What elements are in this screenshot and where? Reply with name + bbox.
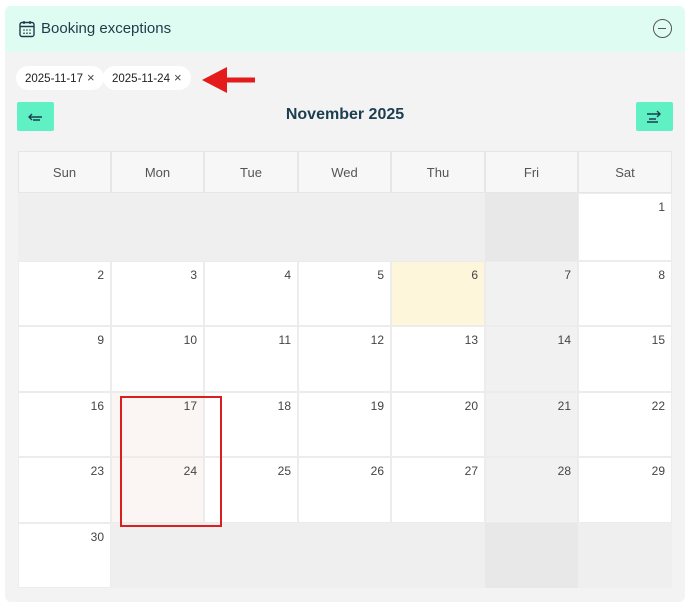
day-number: 20 — [464, 399, 478, 413]
day-cell[interactable]: 4 — [204, 261, 298, 326]
day-number: 13 — [464, 333, 478, 347]
day-number: 15 — [651, 333, 665, 347]
day-cell[interactable]: 30 — [18, 523, 111, 588]
red-arrow-icon — [202, 67, 255, 93]
day-number: 26 — [370, 464, 384, 478]
day-number: 21 — [557, 399, 571, 413]
day-number: 12 — [370, 333, 384, 347]
day-number: 9 — [97, 333, 104, 347]
weekday-header: Thu — [391, 151, 485, 193]
day-cell[interactable]: 27 — [391, 457, 485, 523]
panel-title: Booking exceptions — [41, 20, 172, 37]
day-cell[interactable]: 19 — [298, 392, 391, 457]
arrow-right-icon — [647, 110, 661, 123]
day-number: 18 — [277, 399, 291, 413]
day-number: 29 — [651, 464, 665, 478]
day-cell[interactable]: 23 — [18, 457, 111, 523]
empty-day-cell — [485, 523, 578, 588]
date-chip[interactable]: 2025-11-17 × — [16, 66, 104, 90]
day-number: 23 — [90, 464, 104, 478]
day-number: 27 — [464, 464, 478, 478]
day-cell[interactable]: 15 — [578, 326, 672, 392]
day-cell[interactable]: 11 — [204, 326, 298, 392]
weekday-header: Sat — [578, 151, 672, 193]
empty-day-cell — [485, 193, 578, 261]
selection-highlight-box — [120, 396, 222, 527]
day-cell[interactable]: 9 — [18, 326, 111, 392]
day-number: 30 — [90, 530, 104, 544]
day-cell[interactable]: 2 — [18, 261, 111, 326]
day-number: 16 — [90, 399, 104, 413]
empty-day-cell — [204, 193, 298, 261]
day-cell[interactable]: 13 — [391, 326, 485, 392]
panel-header[interactable]: Booking exceptions — [5, 6, 685, 52]
empty-day-cell — [204, 523, 298, 588]
next-month-button[interactable] — [636, 102, 673, 131]
day-number: 10 — [183, 333, 197, 347]
day-number: 1 — [658, 200, 665, 214]
day-number: 2 — [97, 268, 104, 282]
day-cell[interactable]: 20 — [391, 392, 485, 457]
day-cell[interactable]: 28 — [485, 457, 578, 523]
day-number: 6 — [471, 268, 478, 282]
weekday-header: Fri — [485, 151, 578, 193]
empty-day-cell — [18, 193, 111, 261]
month-title: November 2025 — [285, 106, 405, 123]
empty-day-cell — [111, 523, 204, 588]
day-cell[interactable]: 16 — [18, 392, 111, 457]
empty-day-cell — [298, 523, 391, 588]
day-number: 7 — [564, 268, 571, 282]
day-cell[interactable]: 6 — [391, 261, 485, 326]
weekday-header: Wed — [298, 151, 391, 193]
date-chip[interactable]: 2025-11-24 × — [103, 66, 191, 90]
weekday-header: Tue — [204, 151, 298, 193]
day-cell[interactable]: 3 — [111, 261, 204, 326]
day-cell[interactable]: 26 — [298, 457, 391, 523]
empty-day-cell — [298, 193, 391, 261]
day-number: 19 — [370, 399, 384, 413]
day-number: 4 — [284, 268, 291, 282]
empty-day-cell — [391, 523, 485, 588]
close-icon[interactable]: × — [87, 66, 95, 90]
chip-label: 2025-11-24 — [112, 73, 170, 85]
day-number: 22 — [651, 399, 665, 413]
day-cell[interactable]: 5 — [298, 261, 391, 326]
day-cell[interactable]: 10 — [111, 326, 204, 392]
day-cell[interactable]: 1 — [578, 193, 672, 261]
day-number: 11 — [278, 333, 291, 347]
calendar-grid: Sun Mon Tue Wed Thu Fri Sat 1 2 3 4 5 6 7 8 9 10 11 12 13 14… — [18, 151, 672, 588]
day-number: 25 — [277, 464, 291, 478]
day-number: 5 — [377, 268, 384, 282]
day-cell[interactable]: 22 — [578, 392, 672, 457]
calendar-icon — [19, 21, 35, 38]
empty-day-cell — [578, 523, 672, 588]
weekday-header: Mon — [111, 151, 204, 193]
day-cell[interactable]: 7 — [485, 261, 578, 326]
empty-day-cell — [111, 193, 204, 261]
day-number: 28 — [557, 464, 571, 478]
day-cell[interactable]: 8 — [578, 261, 672, 326]
day-number: 14 — [557, 333, 571, 347]
close-icon[interactable]: × — [174, 66, 182, 90]
day-cell[interactable]: 21 — [485, 392, 578, 457]
day-cell[interactable]: 14 — [485, 326, 578, 392]
minus-circle-icon[interactable] — [653, 19, 672, 38]
chip-label: 2025-11-17 — [25, 73, 83, 85]
day-cell[interactable]: 12 — [298, 326, 391, 392]
day-number: 3 — [190, 268, 197, 282]
empty-day-cell — [391, 193, 485, 261]
day-cell[interactable]: 29 — [578, 457, 672, 523]
booking-exceptions-panel: Booking exceptions 2025-11-17 × 2025-11-2… — [5, 6, 685, 602]
day-number: 8 — [658, 268, 665, 282]
weekday-header: Sun — [18, 151, 111, 193]
